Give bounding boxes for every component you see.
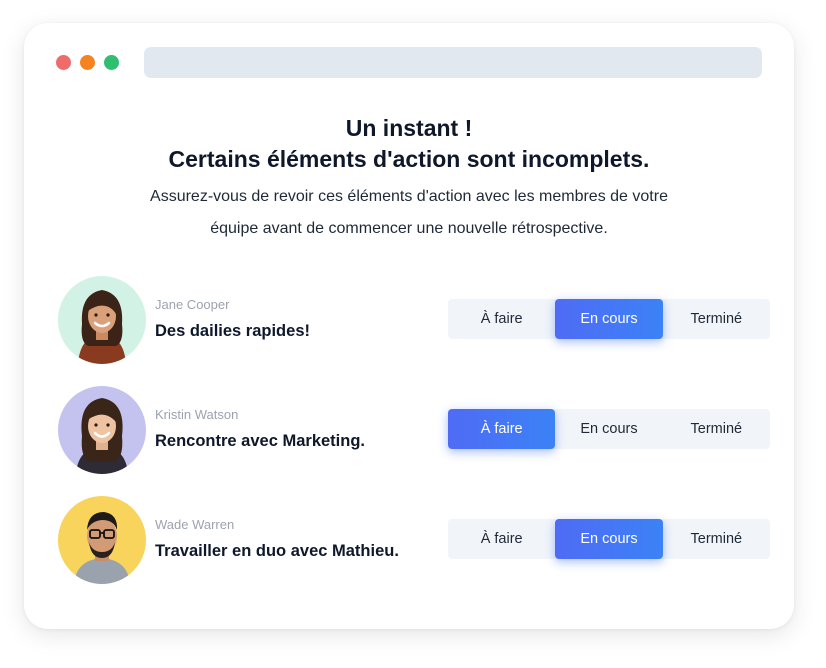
item-details: Wade Warren Travailler en duo avec Mathi… [155,516,399,562]
man-portrait-icon [58,496,146,584]
action-item-row: Kristin Watson Rencontre avec Marketing.… [58,386,770,474]
status-option-todo[interactable]: À faire [448,519,555,559]
dialog-title: Un instant ! Certains éléments d'action … [24,113,794,175]
window-controls [56,55,119,70]
woman-portrait-icon [58,386,146,474]
status-option-done[interactable]: Terminé [663,409,770,449]
action-item-title: Rencontre avec Marketing. [155,432,365,450]
dialog-title-line-2: Certains éléments d'action sont incomple… [168,146,650,172]
person-name: Wade Warren [155,517,235,532]
browser-window: Un instant ! Certains éléments d'action … [24,23,794,629]
status-option-in-progress[interactable]: En cours [555,409,662,449]
person-name: Jane Cooper [155,297,230,312]
action-item-row: Jane Cooper Des dailies rapides! À faire… [58,276,770,364]
avatar [58,386,146,474]
action-item-row: Wade Warren Travailler en duo avec Mathi… [58,496,770,584]
avatar [58,496,146,584]
dialog-description: Assurez-vous de revoir ces éléments d'ac… [150,188,668,237]
woman-portrait-icon [58,276,146,364]
status-option-todo[interactable]: À faire [448,299,555,339]
item-details: Kristin Watson Rencontre avec Marketing. [155,406,365,452]
avatar [58,276,146,364]
close-window-dot[interactable] [56,55,71,70]
status-option-in-progress[interactable]: En cours [555,299,663,339]
status-option-done[interactable]: Terminé [663,519,770,559]
status-selector: À faire En cours Terminé [448,519,770,559]
maximize-window-dot[interactable] [104,55,119,70]
status-option-done[interactable]: Terminé [663,299,770,339]
person-name: Kristin Watson [155,407,239,422]
dialog-title-line-1: Un instant ! [345,115,473,141]
status-option-in-progress[interactable]: En cours [555,519,663,559]
action-item-title: Travailler en duo avec Mathieu. [155,542,399,560]
status-option-todo[interactable]: À faire [448,409,556,449]
item-details: Jane Cooper Des dailies rapides! [155,296,310,342]
minimize-window-dot[interactable] [80,55,95,70]
status-selector: À faire En cours Terminé [448,409,770,449]
action-item-title: Des dailies rapides! [155,322,310,340]
status-selector: À faire En cours Terminé [448,299,770,339]
address-bar[interactable] [144,47,762,78]
